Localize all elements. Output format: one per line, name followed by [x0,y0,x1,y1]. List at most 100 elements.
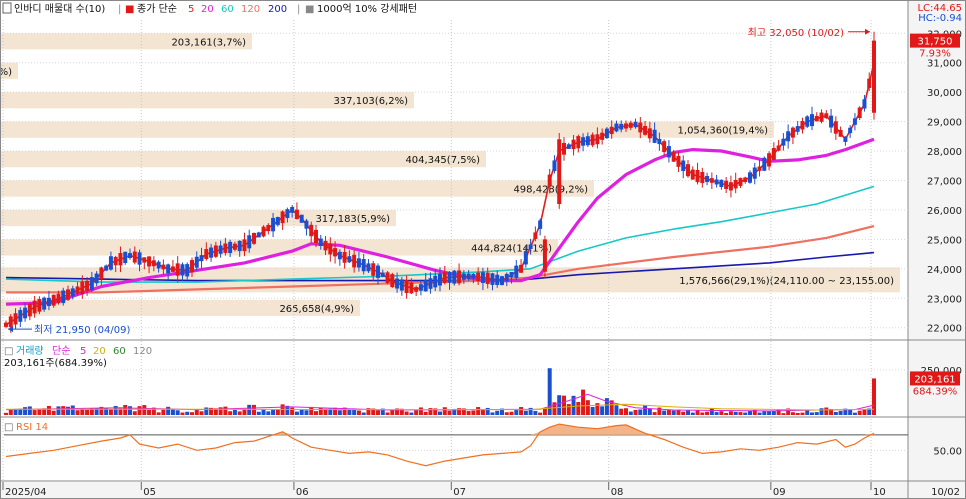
volume-bar [495,410,500,415]
candle-body [151,260,156,267]
candle-body [404,279,409,293]
candle-body [337,251,342,260]
volume-bar [166,406,171,415]
candle-body [743,177,748,182]
ma-label: 종가 단순 [137,3,177,15]
candle-body [194,256,199,268]
volume-bar [309,406,314,415]
candle-body [714,179,719,185]
candle-body [170,266,175,272]
candle-body [166,264,171,274]
candle-body [576,136,581,149]
volume-bar [562,395,566,415]
volume-bar [299,409,304,415]
volume-bar [204,407,209,415]
volume-bar [304,410,309,415]
candle-body [46,297,51,307]
candle-body [519,264,524,273]
candle-body [118,253,123,266]
candle-body [819,112,824,122]
candle-body [485,272,490,285]
candle-body [571,139,576,150]
volume-bar [576,402,581,415]
price-tick-label: 30,000 [927,88,962,99]
candle-body [447,271,452,283]
candle-body [624,123,628,129]
candle-body [99,267,104,279]
candle-body [457,270,462,284]
volume-profile-label: 1,576,566(29,1%)(24,110.00 ~ 23,155.00) [679,276,894,287]
candle-body [695,169,700,183]
candle-body [108,256,113,270]
volume-bar [361,412,366,415]
volume-bar [862,409,867,415]
ma-period-120: 120 [241,4,260,15]
candle-body [309,224,314,237]
candle-body [385,272,390,283]
volume-bar [838,410,843,415]
volume-bar [275,409,280,415]
volume-bar [724,412,729,415]
candle-body [304,220,309,229]
candle-body [218,245,223,254]
volume-bar [748,410,752,415]
price-tick-label: 23,000 [927,294,962,305]
candle-body [848,127,853,134]
volume-bar [32,410,37,415]
candle-body [795,126,800,132]
volume-profile-label: 0(0,0%) [0,67,12,78]
volume-sub-label: 203,161주(684.39%) [4,358,107,369]
rsi-title: RSI 14 [16,422,48,433]
candle-body [709,178,714,183]
volume-bar [480,409,485,415]
volume-bar [294,411,299,415]
candle-body [800,121,805,130]
volume-bar [247,404,252,415]
candle-body [547,174,552,187]
candle-body [423,279,428,292]
volume-bar [223,406,228,415]
candle-body [285,209,290,219]
candle-body [838,129,843,137]
stock-chart[interactable]: 203,161(3,7%) 0(0,0%) 337,103(6,2%) 1,054,3… [0,0,966,499]
current-volume-pct: 684.39% [913,386,958,397]
candle-body [294,209,299,220]
volume-bar [719,411,724,415]
candle-body [781,138,786,146]
volume-bar [767,411,772,415]
candle-body [328,243,333,255]
candle-body [228,241,233,254]
volume-bar [728,411,733,415]
header-divider: | [297,4,300,15]
volume-bar [848,409,853,415]
candle-body [442,272,447,284]
candle-body [318,238,323,247]
volume-bar [37,409,42,415]
volume-bar [123,404,128,415]
candle-body [180,264,185,276]
volume-bar [600,406,605,415]
candle-body [380,272,385,277]
candle-body [66,289,70,300]
candle-body [190,260,194,273]
price-tick-label: 29,000 [927,118,962,129]
candle-body [175,263,180,276]
volume-bar [56,406,61,415]
volume-bar [80,409,85,415]
candle-body [857,107,862,118]
volume-bar [790,412,795,415]
candle-body [872,40,876,113]
candle-body [56,293,61,304]
volume-bar [185,411,190,415]
x-axis-label: 05 [143,487,156,498]
candle-body [347,256,352,263]
candle-body [352,254,357,268]
candle-body [376,265,380,278]
candle-body [23,307,28,319]
header-divider: | [118,4,121,15]
volume-bar [46,405,51,415]
volume-bar [509,411,514,415]
candle-body [590,134,595,146]
volume-bar [61,406,66,415]
candle-body [51,294,56,306]
